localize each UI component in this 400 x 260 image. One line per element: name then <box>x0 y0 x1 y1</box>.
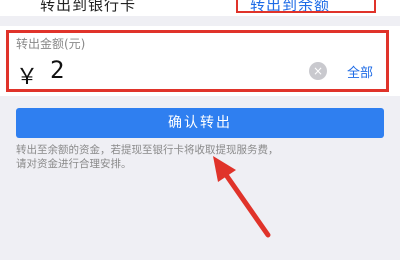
arrow-head <box>213 156 236 182</box>
annotation-arrow-icon <box>213 156 271 238</box>
arrow-shaft <box>221 169 271 238</box>
